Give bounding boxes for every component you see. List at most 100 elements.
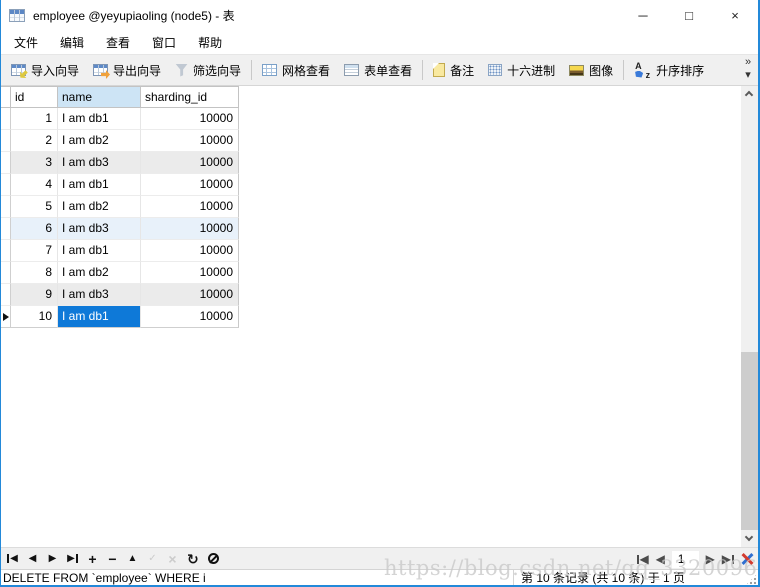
table-row: 7 I am db1 10000 bbox=[1, 240, 239, 262]
cell-sharding-id[interactable]: 10000 bbox=[141, 284, 239, 306]
toolbar: 导入向导 导出向导 筛选向导 网格查看 表单查看 备注 十六进制 bbox=[1, 54, 758, 86]
table-row-current: 10 I am db1 10000 bbox=[1, 306, 239, 328]
menu-file[interactable]: 文件 bbox=[3, 31, 49, 54]
previous-page-button[interactable]: ◀ bbox=[655, 553, 666, 565]
row-selector[interactable] bbox=[1, 240, 11, 262]
row-selector[interactable] bbox=[1, 174, 11, 196]
menu-view[interactable]: 查看 bbox=[95, 31, 141, 54]
delete-record-button[interactable]: − bbox=[107, 552, 118, 566]
menu-edit[interactable]: 编辑 bbox=[49, 31, 95, 54]
maximize-button[interactable]: □ bbox=[666, 0, 712, 30]
vertical-scrollbar[interactable] bbox=[741, 86, 758, 547]
cell-id[interactable]: 5 bbox=[11, 196, 58, 218]
sort-ascending-button[interactable]: Az 升序排序 bbox=[627, 57, 711, 83]
column-header-sharding-id[interactable]: sharding_id bbox=[141, 87, 239, 108]
next-record-button[interactable]: ▶ bbox=[47, 554, 58, 564]
last-page-button[interactable]: ▶ bbox=[722, 553, 734, 565]
cell-id[interactable]: 4 bbox=[11, 174, 58, 196]
scroll-up-arrow-icon[interactable] bbox=[741, 86, 758, 103]
sort-icon-letter-a: A bbox=[635, 61, 642, 71]
menu-window[interactable]: 窗口 bbox=[141, 31, 187, 54]
discard-changes-button: × bbox=[167, 552, 178, 566]
row-selector[interactable] bbox=[1, 108, 11, 130]
row-selector[interactable] bbox=[1, 196, 11, 218]
cell-name[interactable]: I am db2 bbox=[58, 196, 141, 218]
cell-name[interactable]: I am db1 bbox=[58, 240, 141, 262]
cell-name[interactable]: I am db2 bbox=[58, 130, 141, 152]
stop-button[interactable] bbox=[208, 553, 219, 564]
memo-button[interactable]: 备注 bbox=[426, 57, 481, 83]
grid-view-label: 网格查看 bbox=[282, 62, 330, 79]
form-icon bbox=[344, 64, 359, 76]
record-nav-buttons: ◀ ◀ ▶ ▶ + − ▲ ✓ × ↻ bbox=[1, 552, 219, 566]
hex-label: 十六进制 bbox=[507, 62, 555, 79]
scroll-down-arrow-icon[interactable] bbox=[741, 530, 758, 547]
cell-name[interactable]: I am db2 bbox=[58, 262, 141, 284]
row-selector[interactable] bbox=[1, 262, 11, 284]
import-wizard-button[interactable]: 导入向导 bbox=[4, 57, 86, 83]
cell-name[interactable]: I am db1 bbox=[58, 108, 141, 130]
cell-id[interactable]: 10 bbox=[11, 306, 58, 328]
grid-icon bbox=[262, 64, 277, 76]
minimize-button[interactable]: ─ bbox=[620, 0, 666, 30]
image-icon bbox=[569, 65, 584, 76]
hex-button[interactable]: 十六进制 bbox=[481, 57, 562, 83]
grid-view-button[interactable]: 网格查看 bbox=[255, 57, 337, 83]
grid-header-row: id name sharding_id bbox=[1, 86, 239, 108]
cell-id[interactable]: 6 bbox=[11, 218, 58, 240]
cell-id[interactable]: 8 bbox=[11, 262, 58, 284]
filter-wizard-button[interactable]: 筛选向导 bbox=[168, 57, 248, 83]
menu-help[interactable]: 帮助 bbox=[187, 31, 233, 54]
add-record-button[interactable]: + bbox=[87, 552, 98, 566]
next-page-button[interactable]: ▶ bbox=[705, 553, 716, 565]
sort-ascending-label: 升序排序 bbox=[656, 62, 704, 79]
record-count-text: 第 10 条记录 (共 10 条) 于 1 页 bbox=[521, 571, 741, 586]
cell-sharding-id[interactable]: 10000 bbox=[141, 130, 239, 152]
cell-id[interactable]: 9 bbox=[11, 284, 58, 306]
scrollbar-thumb[interactable] bbox=[741, 352, 758, 530]
last-record-button[interactable]: ▶ bbox=[67, 554, 78, 564]
current-row-indicator[interactable] bbox=[1, 306, 11, 328]
tools-icon[interactable] bbox=[740, 552, 755, 567]
refresh-button[interactable]: ↻ bbox=[187, 552, 199, 566]
cell-sharding-id[interactable]: 10000 bbox=[141, 218, 239, 240]
cell-sharding-id[interactable]: 10000 bbox=[141, 108, 239, 130]
export-wizard-button[interactable]: 导出向导 bbox=[86, 57, 168, 83]
app-window: employee @yeyupiaoling (node5) - 表 ─ □ ×… bbox=[0, 0, 760, 587]
edit-record-button[interactable]: ▲ bbox=[127, 554, 138, 564]
cell-sharding-id[interactable]: 10000 bbox=[141, 174, 239, 196]
row-selector[interactable] bbox=[1, 130, 11, 152]
form-view-button[interactable]: 表单查看 bbox=[337, 57, 419, 83]
image-button[interactable]: 图像 bbox=[562, 57, 620, 83]
cell-sharding-id[interactable]: 10000 bbox=[141, 240, 239, 262]
column-header-name[interactable]: name bbox=[58, 87, 141, 108]
cell-id[interactable]: 1 bbox=[11, 108, 58, 130]
cell-name[interactable]: I am db1 bbox=[58, 174, 141, 196]
cell-name[interactable]: I am db3 bbox=[58, 284, 141, 306]
previous-record-button[interactable]: ◀ bbox=[27, 554, 38, 564]
cell-id[interactable]: 7 bbox=[11, 240, 58, 262]
cell-sharding-id[interactable]: 10000 bbox=[141, 306, 239, 328]
cell-sharding-id[interactable]: 10000 bbox=[141, 262, 239, 284]
cell-sharding-id[interactable]: 10000 bbox=[141, 152, 239, 174]
page-number-input[interactable] bbox=[672, 551, 699, 568]
toolbar-overflow-button[interactable]: » ▾ bbox=[741, 56, 755, 82]
status-sql-text: DELETE FROM `employee` WHERE i bbox=[3, 571, 239, 586]
row-selector[interactable] bbox=[1, 218, 11, 240]
first-record-button[interactable]: ◀ bbox=[7, 554, 18, 564]
cell-name-selected[interactable]: I am db1 bbox=[58, 306, 141, 328]
cell-id[interactable]: 2 bbox=[11, 130, 58, 152]
row-selector[interactable] bbox=[1, 284, 11, 306]
cell-sharding-id[interactable]: 10000 bbox=[141, 196, 239, 218]
row-selector[interactable] bbox=[1, 152, 11, 174]
sort-icon-letter-z: z bbox=[646, 70, 651, 80]
chevron-down-icon: ▾ bbox=[741, 69, 755, 82]
title-bar: employee @yeyupiaoling (node5) - 表 ─ □ × bbox=[1, 0, 758, 30]
resize-grip[interactable] bbox=[746, 574, 757, 585]
cell-id[interactable]: 3 bbox=[11, 152, 58, 174]
column-header-id[interactable]: id bbox=[11, 87, 58, 108]
close-button[interactable]: × bbox=[712, 0, 758, 30]
cell-name[interactable]: I am db3 bbox=[58, 218, 141, 240]
first-page-button[interactable]: ◀ bbox=[637, 553, 649, 565]
cell-name[interactable]: I am db3 bbox=[58, 152, 141, 174]
